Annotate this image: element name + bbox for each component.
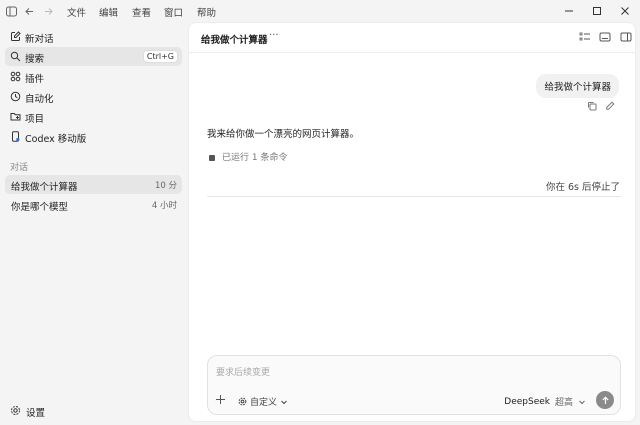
menu-view[interactable]: 查看 — [132, 5, 151, 19]
edit-icon[interactable] — [605, 101, 615, 111]
sidebar-item-search[interactable]: 搜索 Ctrl+G — [5, 47, 182, 66]
close-icon[interactable] — [616, 3, 634, 19]
sidebar-item-label: 搜索 — [25, 54, 45, 65]
sidebar: 新对话 搜索 Ctrl+G 插件 自动化 项目 Codex 移动版 对话 给我做… — [0, 22, 188, 425]
forward-arrow-icon[interactable] — [41, 4, 55, 18]
composer[interactable]: 要求后续变更 自定义 DeepSeek 超高 — [207, 355, 621, 415]
sidebar-item-automation[interactable]: 自动化 — [5, 87, 182, 106]
gear-icon — [10, 405, 21, 416]
menu-file[interactable]: 文件 — [67, 5, 86, 19]
follow-up-input[interactable]: 要求后续变更 — [216, 365, 270, 378]
stopped-status: 你在 6s 后停止了 — [545, 182, 620, 193]
folder-icon — [10, 111, 21, 122]
conversation-item[interactable]: 你是哪个模型 4 小时 — [5, 195, 182, 214]
sidebar-item-label: 项目 — [25, 114, 45, 125]
task-list-icon[interactable] — [579, 31, 591, 43]
menu-help[interactable]: 帮助 — [197, 5, 216, 19]
conversation-item[interactable]: 给我做个计算器 10 分 — [5, 175, 182, 194]
custom-mode-dropdown[interactable]: 自定义 — [238, 395, 288, 408]
model-selector[interactable]: DeepSeek 超高 — [504, 395, 586, 408]
side-panel-icon[interactable] — [620, 31, 632, 43]
ran-command-summary[interactable]: 已运行 1 条命令 — [209, 150, 287, 163]
ran-command-label: 已运行 1 条命令 — [222, 153, 288, 163]
conversation-title: 你是哪个模型 — [11, 202, 69, 213]
maximize-icon[interactable] — [588, 3, 606, 19]
model-name: DeepSeek — [504, 396, 550, 407]
chevron-down-icon — [578, 398, 586, 406]
sidebar-item-codex-mobile[interactable]: Codex 移动版 — [5, 127, 182, 146]
conversations-section-label: 对话 — [10, 163, 29, 173]
title-bar: 文件 编辑 查看 窗口 帮助 — [0, 0, 640, 22]
more-options-icon[interactable]: ··· — [269, 30, 279, 41]
sidebar-item-label: Codex 移动版 — [25, 134, 87, 145]
new-chat-icon — [10, 31, 21, 42]
page-title: 给我做个计算器 — [201, 35, 268, 46]
mobile-icon — [10, 131, 21, 142]
chat-panel: 给我做个计算器 ··· 给我做个计算器 我来给你做一个漂亮的网页计算器。 已运行… — [188, 22, 636, 422]
divider — [207, 196, 621, 197]
sidebar-toggle-icon[interactable] — [4, 4, 18, 18]
conversation-time: 4 小时 — [151, 201, 177, 211]
minimize-icon[interactable] — [560, 3, 578, 19]
gear-icon — [238, 397, 247, 406]
sidebar-item-label: 自动化 — [25, 94, 54, 105]
plugins-icon — [10, 71, 21, 82]
conversation-time: 10 分 — [154, 181, 177, 191]
sidebar-item-plugins[interactable]: 插件 — [5, 67, 182, 86]
arrow-up-icon — [601, 395, 610, 405]
back-arrow-icon[interactable] — [22, 4, 36, 18]
custom-mode-label: 自定义 — [250, 398, 278, 408]
sidebar-item-label: 插件 — [25, 74, 45, 85]
assistant-message: 我来给你做一个漂亮的网页计算器。 — [207, 129, 360, 140]
copy-icon[interactable] — [587, 101, 597, 111]
conversation-title: 给我做个计算器 — [11, 182, 78, 193]
sidebar-item-projects[interactable]: 项目 — [5, 107, 182, 126]
settings-label: 设置 — [26, 408, 46, 419]
chat-header: 给我做个计算器 ··· — [189, 23, 635, 53]
reasoning-level: 超高 — [554, 398, 573, 408]
search-shortcut-badge: Ctrl+G — [142, 50, 178, 63]
user-message-bubble: 给我做个计算器 — [536, 74, 619, 98]
add-attachment-icon[interactable] — [215, 394, 226, 405]
chevron-down-icon — [280, 398, 288, 406]
search-icon — [10, 51, 21, 62]
menu-edit[interactable]: 编辑 — [99, 5, 118, 19]
sidebar-item-label: 新对话 — [25, 34, 54, 45]
terminal-panel-icon[interactable] — [599, 31, 611, 43]
sidebar-item-new-chat[interactable]: 新对话 — [5, 27, 182, 46]
clock-icon — [10, 91, 21, 102]
terminal-icon — [209, 154, 215, 161]
menu-window[interactable]: 窗口 — [164, 5, 183, 19]
send-button[interactable] — [596, 391, 614, 409]
settings-button[interactable]: 设置 — [10, 403, 70, 419]
